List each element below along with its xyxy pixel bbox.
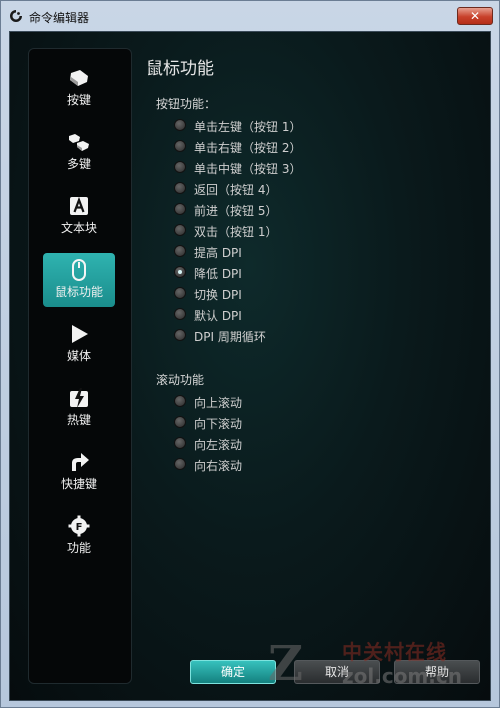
function-gear-icon: F (68, 515, 90, 537)
watermark-url-text: zol.com.cn (342, 664, 462, 688)
radio-button[interactable] (174, 224, 186, 236)
mouse-icon (68, 259, 90, 281)
sidebar-item-shortcut[interactable]: 快捷键 (43, 445, 115, 499)
logitech-logo-icon (9, 9, 23, 23)
sidebar-item-function[interactable]: F 功能 (43, 509, 115, 563)
radio-button[interactable] (174, 245, 186, 257)
shortcut-arrow-icon (68, 451, 90, 473)
radio-button[interactable] (174, 458, 186, 470)
scroll-functions-heading: 滚动功能 (156, 373, 205, 387)
page-title: 鼠标功能 (146, 59, 214, 79)
sidebar-item-hotkey[interactable]: 热键 (43, 381, 115, 435)
radio-option-label: 向左滚动 (194, 438, 243, 452)
close-button[interactable]: ✕ (457, 7, 493, 25)
watermark: Z 中关村在线 zol.com.cn (268, 632, 488, 698)
radio-button[interactable] (174, 437, 186, 449)
radio-option-label: DPI 周期循环 (194, 330, 266, 344)
title-bar[interactable]: 命令编辑器 ✕ (1, 1, 499, 31)
sidebar-item-label: 功能 (66, 541, 91, 555)
radio-option-label: 单击左键（按钮 1） (194, 120, 302, 134)
radio-option-label: 向右滚动 (194, 459, 243, 473)
sidebar-item-label: 多键 (66, 157, 91, 171)
sidebar-item-multi-key[interactable]: 多键 (43, 125, 115, 179)
radio-option-label: 双击（按钮 1） (194, 225, 278, 239)
sidebar-item-label: 鼠标功能 (54, 285, 103, 299)
multi-key-icon (68, 131, 90, 153)
sidebar-item-label: 快捷键 (60, 477, 97, 491)
radio-option-label: 默认 DPI (194, 309, 242, 323)
radio-option-label: 单击中键（按钮 3） (194, 162, 302, 176)
radio-option-label: 返回（按钮 4） (194, 183, 278, 197)
radio-option-label: 向下滚动 (194, 417, 243, 431)
button-functions-heading: 按钮功能： (156, 97, 217, 111)
radio-button[interactable] (174, 395, 186, 407)
sidebar-item-key[interactable]: 按键 (43, 61, 115, 115)
radio-option-label: 切换 DPI (194, 288, 242, 302)
radio-button-selected[interactable] (174, 266, 186, 278)
radio-button[interactable] (174, 161, 186, 173)
watermark-cn-text: 中关村在线 (342, 640, 447, 664)
command-editor-window: 命令编辑器 ✕ 按键 多键 文本块 鼠标功能 媒体 热键 快捷键 F 功能 鼠标… (0, 0, 500, 708)
radio-option-label: 提高 DPI (194, 246, 242, 260)
sidebar-item-mouse-functions[interactable]: 鼠标功能 (43, 253, 115, 307)
sidebar-item-label: 按键 (66, 93, 91, 107)
sidebar-item-label: 热键 (66, 413, 91, 427)
radio-option-label: 单击右键（按钮 2） (194, 141, 302, 155)
sidebar-item-label: 媒体 (66, 349, 91, 363)
watermark-logo-mark: Z (268, 636, 304, 692)
key-icon (68, 67, 90, 89)
hotkey-icon (68, 387, 90, 409)
radio-button[interactable] (174, 416, 186, 428)
sidebar-item-label: 文本块 (60, 221, 97, 235)
text-block-icon (68, 195, 90, 217)
play-icon (68, 323, 90, 345)
radio-button[interactable] (174, 287, 186, 299)
radio-option-label: 降低 DPI (194, 267, 242, 281)
editor-client-area: 按键 多键 文本块 鼠标功能 媒体 热键 快捷键 F 功能 鼠标功能 按钮功能：… (9, 31, 491, 701)
sidebar-item-media[interactable]: 媒体 (43, 317, 115, 371)
window-title: 命令编辑器 (29, 11, 90, 25)
sidebar-item-text-block[interactable]: 文本块 (43, 189, 115, 243)
svg-text:F: F (76, 522, 83, 533)
radio-button[interactable] (174, 140, 186, 152)
radio-option-label: 前进（按钮 5） (194, 204, 278, 218)
sidebar: 按键 多键 文本块 鼠标功能 媒体 热键 快捷键 F 功能 (28, 48, 132, 684)
radio-button[interactable] (174, 182, 186, 194)
radio-button[interactable] (174, 119, 186, 131)
ok-button[interactable]: 确定 (190, 660, 276, 684)
radio-button[interactable] (174, 329, 186, 341)
radio-button[interactable] (174, 203, 186, 215)
radio-option-label: 向上滚动 (194, 396, 243, 410)
radio-button[interactable] (174, 308, 186, 320)
